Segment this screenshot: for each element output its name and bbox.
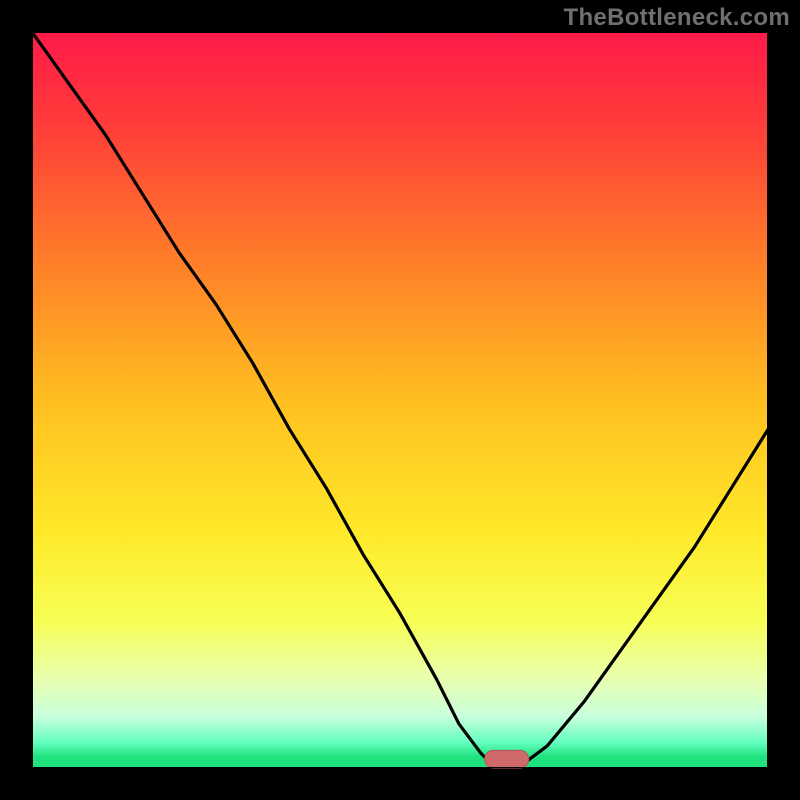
optimal-marker: [485, 750, 529, 768]
bottleneck-chart: TheBottleneck.com: [0, 0, 800, 800]
chart-svg: [0, 0, 800, 800]
heat-gradient: [32, 32, 768, 768]
